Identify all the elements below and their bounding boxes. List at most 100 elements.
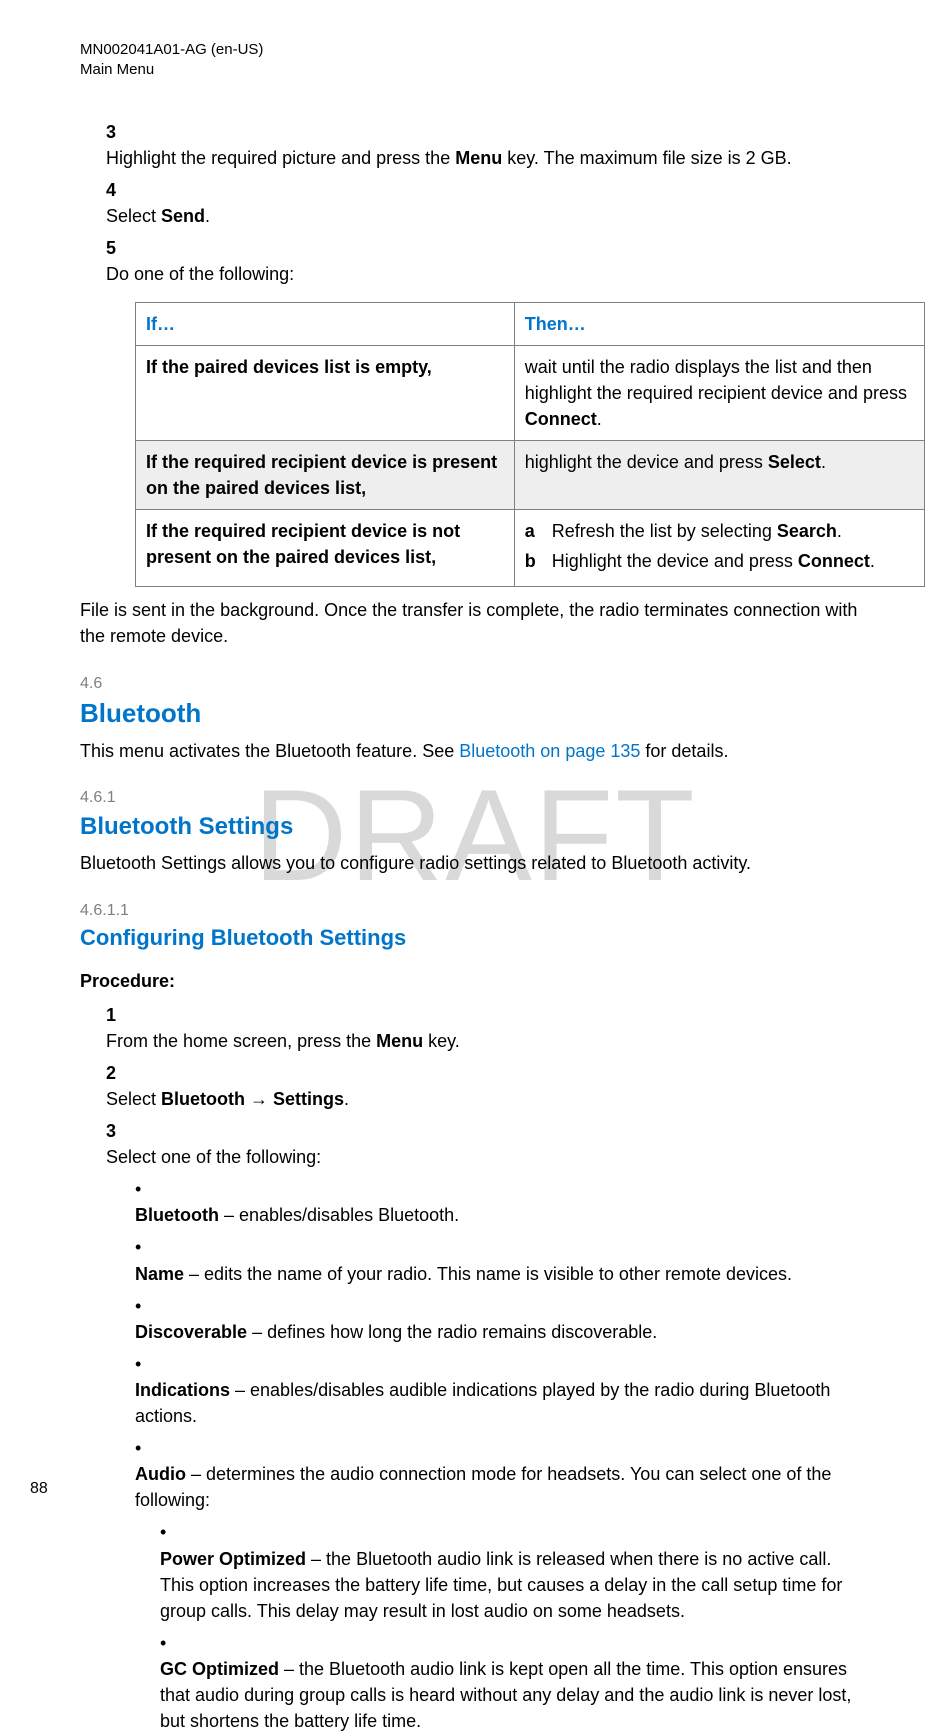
bold-fragment: If the required recipient device is pres… <box>146 452 497 498</box>
text-fragment: . <box>597 409 602 429</box>
bullet-text: Bluetooth – enables/disables Bluetooth. <box>135 1202 875 1228</box>
text-fragment: – enables/disables audible indications p… <box>135 1380 830 1426</box>
cell-then: a Refresh the list by selecting Search. … <box>514 510 924 587</box>
bullet-name: • Name – edits the name of your radio. T… <box>135 1234 870 1286</box>
text-fragment: . <box>821 452 826 472</box>
link-bluetooth-page[interactable]: Bluetooth on page 135 <box>459 741 640 761</box>
bold-fragment: Menu <box>376 1031 423 1051</box>
text-fragment: – enables/disables Bluetooth. <box>219 1205 459 1225</box>
text-fragment: . <box>870 551 875 571</box>
text-fragment: – defines how long the radio remains dis… <box>247 1322 657 1342</box>
bold-fragment: Connect <box>525 409 597 429</box>
text-fragment: Select <box>106 1089 161 1109</box>
bullet-text: Indications – enables/disables audible i… <box>135 1377 875 1429</box>
step-number: 4 <box>106 177 130 203</box>
bullet-dot: • <box>135 1234 157 1260</box>
page-header: MN002041A01-AG (en-US) Main Menu <box>80 40 870 79</box>
text-fragment: From the home screen, press the <box>106 1031 376 1051</box>
header-then: Then… <box>514 302 924 345</box>
proc-step-2: 2 Select Bluetooth → Settings. <box>106 1060 870 1112</box>
doc-id: MN002041A01-AG (en-US) <box>80 40 870 60</box>
bold-fragment: Menu <box>455 148 502 168</box>
procedure-label: Procedure: <box>80 968 870 994</box>
step-4: 4 Select Send. <box>106 177 870 229</box>
sub-step-a: a Refresh the list by selecting Search. <box>525 518 914 544</box>
sub-bullet-power-optimized: • Power Optimized – the Bluetooth audio … <box>160 1519 870 1623</box>
bullet-indications: • Indications – enables/disables audible… <box>135 1351 870 1429</box>
cell-if: If the required recipient device is not … <box>136 510 515 587</box>
sub-label: a <box>525 518 547 544</box>
bullet-text: GC Optimized – the Bluetooth audio link … <box>160 1656 870 1734</box>
bold-fragment: Bluetooth <box>161 1089 245 1109</box>
bold-fragment: Discoverable <box>135 1322 247 1342</box>
bold-fragment: If the required recipient device is not … <box>146 521 460 567</box>
bullet-discoverable: • Discoverable – defines how long the ra… <box>135 1293 870 1345</box>
after-table-paragraph: File is sent in the background. Once the… <box>80 597 870 649</box>
step-number: 3 <box>106 1118 130 1144</box>
step-text: Do one of the following: <box>106 261 846 287</box>
bullet-dot: • <box>160 1519 182 1545</box>
text-fragment: → <box>245 1089 273 1109</box>
step-text: Select Send. <box>106 203 846 229</box>
step-3: 3 Highlight the required picture and pre… <box>106 119 870 171</box>
bullet-dot: • <box>160 1630 182 1656</box>
section-name: Main Menu <box>80 60 870 80</box>
text-fragment: for details. <box>640 741 728 761</box>
bold-fragment: Search <box>777 521 837 541</box>
step-text: Select Bluetooth → Settings. <box>106 1086 846 1112</box>
section-number: 4.6.1.1 <box>80 899 870 922</box>
text-fragment: . <box>837 521 842 541</box>
bold-fragment: Select <box>768 452 821 472</box>
bold-fragment: Audio <box>135 1464 186 1484</box>
bullet-text: Discoverable – defines how long the radi… <box>135 1319 875 1345</box>
text-fragment: wait until the radio displays the list a… <box>525 357 907 403</box>
proc-step-1: 1 From the home screen, press the Menu k… <box>106 1002 870 1054</box>
step-number: 3 <box>106 119 130 145</box>
sub-step-b: b Highlight the device and press Connect… <box>525 548 914 574</box>
main-content: 3 Highlight the required picture and pre… <box>80 119 870 1734</box>
step-number: 1 <box>106 1002 130 1028</box>
bullet-text: Name – edits the name of your radio. Thi… <box>135 1261 875 1287</box>
bullet-dot: • <box>135 1293 157 1319</box>
step-number: 5 <box>106 235 130 261</box>
text-fragment: key. The maximum file size is 2 GB. <box>502 148 791 168</box>
condition-table: If… Then… If the paired devices list is … <box>135 302 925 588</box>
text-fragment: Highlight the device and press <box>552 551 798 571</box>
proc-step-3: 3 Select one of the following: <box>106 1118 870 1170</box>
table-row: If the paired devices list is empty, wai… <box>136 345 925 440</box>
text-fragment: key. <box>423 1031 460 1051</box>
heading-bluetooth-settings: Bluetooth Settings <box>80 810 870 845</box>
step-text: Highlight the required picture and press… <box>106 145 846 171</box>
cell-if: If the required recipient device is pres… <box>136 440 515 509</box>
table-row: If the required recipient device is pres… <box>136 440 925 509</box>
cell-then: wait until the radio displays the list a… <box>514 345 924 440</box>
bold-fragment: Indications <box>135 1380 230 1400</box>
bullet-bluetooth: • Bluetooth – enables/disables Bluetooth… <box>135 1176 870 1228</box>
bold-fragment: GC Optimized <box>160 1659 279 1679</box>
bold-fragment: Power Optimized <box>160 1549 306 1569</box>
text-fragment: . <box>344 1089 349 1109</box>
bullet-audio: • Audio – determines the audio connectio… <box>135 1435 870 1513</box>
step-text: Select one of the following: <box>106 1144 846 1170</box>
sub-text: Highlight the device and press Connect. <box>552 548 882 574</box>
bullet-text: Power Optimized – the Bluetooth audio li… <box>160 1546 870 1624</box>
cell-if: If the paired devices list is empty, <box>136 345 515 440</box>
text-fragment: Refresh the list by selecting <box>552 521 777 541</box>
table-row: If the required recipient device is not … <box>136 510 925 587</box>
bold-fragment: Connect <box>798 551 870 571</box>
sub-label: b <box>525 548 547 574</box>
section-paragraph: Bluetooth Settings allows you to configu… <box>80 850 870 876</box>
text-fragment: This menu activates the Bluetooth featur… <box>80 741 459 761</box>
text-fragment: . <box>205 206 210 226</box>
text-fragment: Select <box>106 206 161 226</box>
heading-configuring-bluetooth: Configuring Bluetooth Settings <box>80 922 870 954</box>
cell-then: highlight the device and press Select. <box>514 440 924 509</box>
bullet-dot: • <box>135 1176 157 1202</box>
text-fragment: Highlight the required picture and press… <box>106 148 455 168</box>
bullet-dot: • <box>135 1351 157 1377</box>
page-number: 88 <box>30 1480 48 1498</box>
section-number: 4.6.1 <box>80 786 870 809</box>
bold-fragment: Name <box>135 1264 184 1284</box>
sub-bullet-gc-optimized: • GC Optimized – the Bluetooth audio lin… <box>160 1630 870 1734</box>
bold-fragment: Send <box>161 206 205 226</box>
